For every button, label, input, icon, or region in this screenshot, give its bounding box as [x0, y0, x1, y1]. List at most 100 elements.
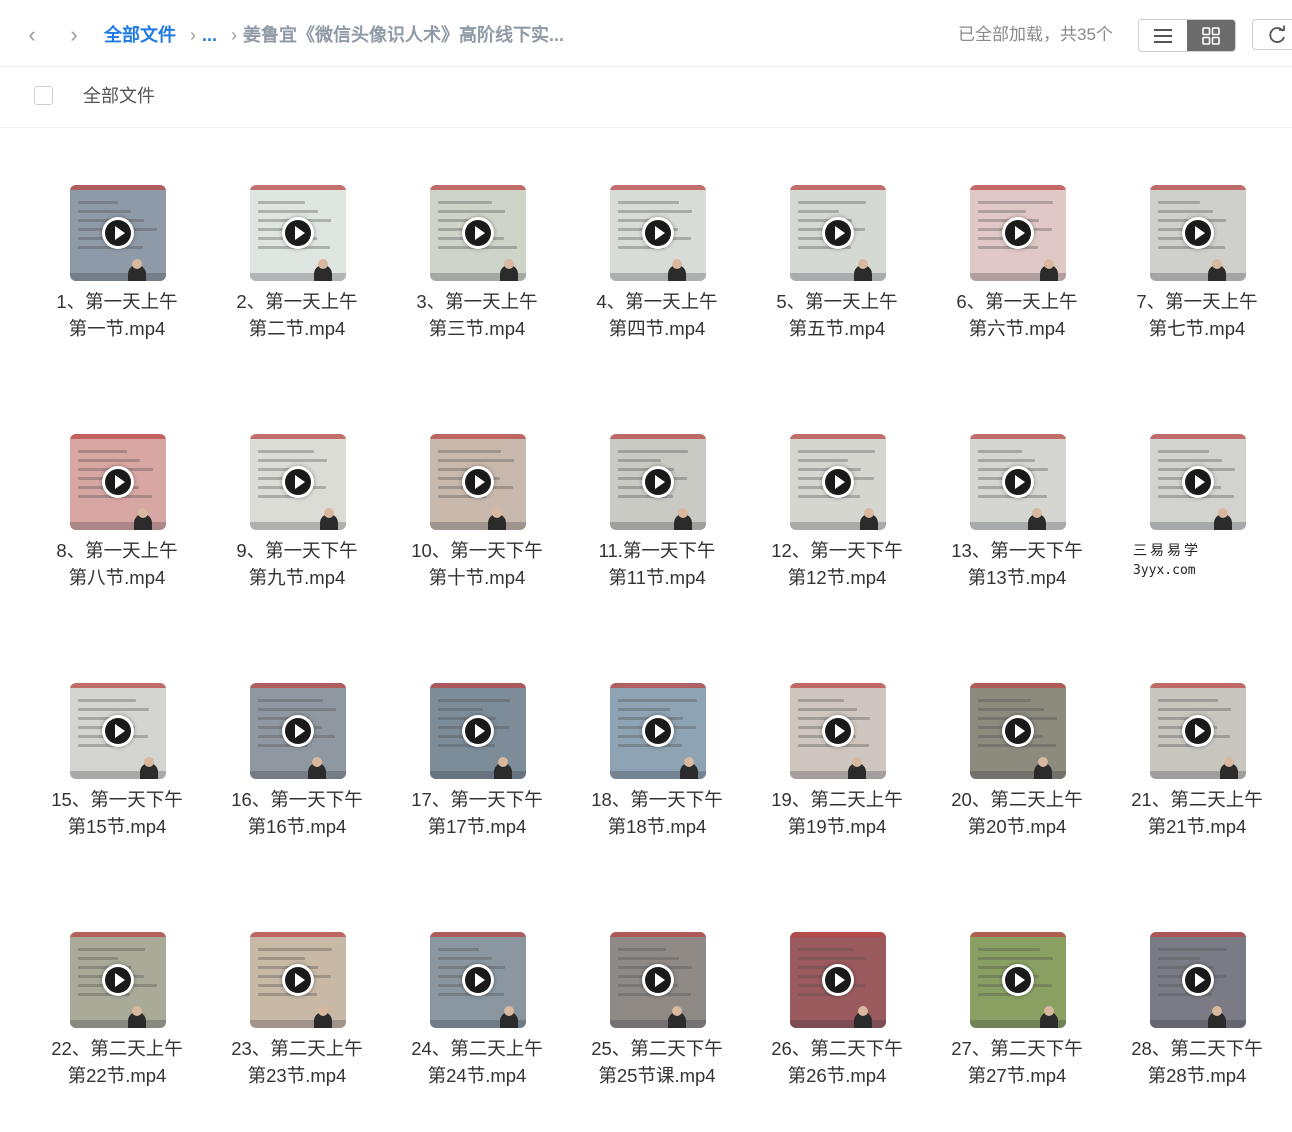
- play-icon[interactable]: [102, 466, 134, 498]
- play-icon[interactable]: [462, 715, 494, 747]
- play-icon[interactable]: [642, 466, 674, 498]
- play-icon[interactable]: [822, 466, 854, 498]
- file-tile[interactable]: 6、第一天上午 第六节.mp4: [927, 185, 1107, 385]
- file-tile[interactable]: 19、第二天上午 第19节.mp4: [747, 683, 927, 883]
- file-name[interactable]: 1、第一天上午 第一节.mp4: [27, 288, 207, 342]
- file-name[interactable]: 8、第一天上午 第八节.mp4: [27, 537, 207, 591]
- file-name[interactable]: 28、第二天下午 第28节.mp4: [1107, 1035, 1287, 1089]
- file-tile[interactable]: 4、第一天上午 第四节.mp4: [567, 185, 747, 385]
- play-icon[interactable]: [642, 964, 674, 996]
- refresh-button[interactable]: [1252, 19, 1292, 50]
- chevron-right-icon[interactable]: ›: [62, 22, 86, 48]
- file-name[interactable]: 7、第一天上午 第七节.mp4: [1107, 288, 1287, 342]
- file-name[interactable]: 15、第一天下午 第15节.mp4: [27, 786, 207, 840]
- file-name-line1: 18、第一天下午: [591, 789, 723, 810]
- file-name[interactable]: 11.第一天下午 第11节.mp4: [567, 537, 747, 591]
- presenter-face: [858, 1006, 868, 1016]
- breadcrumb-current-folder[interactable]: 姜鲁宜《微信头像识人术》高阶线下实...: [243, 25, 564, 45]
- play-icon[interactable]: [1182, 715, 1214, 747]
- file-name[interactable]: 4、第一天上午 第四节.mp4: [567, 288, 747, 342]
- thumbnail-slide-text-line: [618, 201, 679, 204]
- file-name[interactable]: 12、第一天下午 第12节.mp4: [747, 537, 927, 591]
- file-tile[interactable]: 20、第二天上午 第20节.mp4: [927, 683, 1107, 883]
- play-icon[interactable]: [462, 466, 494, 498]
- file-tile[interactable]: 2、第一天上午 第二节.mp4: [207, 185, 387, 385]
- file-name[interactable]: 5、第一天上午 第五节.mp4: [747, 288, 927, 342]
- file-tile[interactable]: 8、第一天上午 第八节.mp4: [27, 434, 207, 634]
- play-icon-triangle: [115, 226, 125, 240]
- select-all-checkbox[interactable]: [34, 86, 53, 105]
- file-name[interactable]: 18、第一天下午 第18节.mp4: [567, 786, 747, 840]
- play-icon[interactable]: [1002, 466, 1034, 498]
- play-icon[interactable]: [282, 217, 314, 249]
- file-name[interactable]: 10、第一天下午 第十节.mp4: [387, 537, 567, 591]
- file-name[interactable]: 6、第一天上午 第六节.mp4: [927, 288, 1107, 342]
- file-name[interactable]: 21、第二天上午 第21节.mp4: [1107, 786, 1287, 840]
- file-tile[interactable]: 25、第二天下午 第25节课.mp4: [567, 932, 747, 1132]
- file-tile[interactable]: 14、第一天下午第14节.mp4: [1107, 434, 1287, 634]
- play-icon[interactable]: [642, 715, 674, 747]
- file-name[interactable]: 27、第二天下午 第27节.mp4: [927, 1035, 1107, 1089]
- play-icon[interactable]: [642, 217, 674, 249]
- play-icon[interactable]: [462, 217, 494, 249]
- file-name[interactable]: 25、第二天下午 第25节课.mp4: [567, 1035, 747, 1089]
- play-icon[interactable]: [822, 964, 854, 996]
- presenter-face: [1038, 757, 1048, 767]
- grid-view-button[interactable]: [1187, 20, 1235, 51]
- file-tile[interactable]: 13、第一天下午 第13节.mp4: [927, 434, 1107, 634]
- file-tile[interactable]: 18、第一天下午 第18节.mp4: [567, 683, 747, 883]
- play-icon[interactable]: [822, 217, 854, 249]
- file-tile[interactable]: 21、第二天上午 第21节.mp4: [1107, 683, 1287, 883]
- file-tile[interactable]: 1、第一天上午 第一节.mp4: [27, 185, 207, 385]
- file-tile[interactable]: 17、第一天下午 第17节.mp4: [387, 683, 567, 883]
- file-tile[interactable]: 11.第一天下午 第11节.mp4: [567, 434, 747, 634]
- file-name-line1: 20、第二天上午: [951, 789, 1083, 810]
- file-name[interactable]: 9、第一天下午 第九节.mp4: [207, 537, 387, 591]
- file-name[interactable]: 20、第二天上午 第20节.mp4: [927, 786, 1107, 840]
- file-name[interactable]: 13、第一天下午 第13节.mp4: [927, 537, 1107, 591]
- file-tile[interactable]: 16、第一天下午 第16节.mp4: [207, 683, 387, 883]
- file-tile[interactable]: 23、第二天上午 第23节.mp4: [207, 932, 387, 1132]
- file-name[interactable]: 3、第一天上午 第三节.mp4: [387, 288, 567, 342]
- file-tile[interactable]: 22、第二天上午 第22节.mp4: [27, 932, 207, 1132]
- file-tile[interactable]: 26、第二天下午 第26节.mp4: [747, 932, 927, 1132]
- list-view-button[interactable]: [1139, 20, 1187, 51]
- file-tile[interactable]: 9、第一天下午 第九节.mp4: [207, 434, 387, 634]
- play-icon[interactable]: [282, 964, 314, 996]
- thumbnail-slide-header: [970, 683, 1066, 688]
- play-icon[interactable]: [1182, 217, 1214, 249]
- play-icon[interactable]: [102, 715, 134, 747]
- breadcrumb-ellipsis[interactable]: ...: [202, 25, 217, 45]
- play-icon[interactable]: [1182, 466, 1214, 498]
- file-name[interactable]: 19、第二天上午 第19节.mp4: [747, 786, 927, 840]
- file-tile[interactable]: 3、第一天上午 第三节.mp4: [387, 185, 567, 385]
- file-name[interactable]: 22、第二天上午 第22节.mp4: [27, 1035, 207, 1089]
- play-icon[interactable]: [822, 715, 854, 747]
- file-tile[interactable]: 10、第一天下午 第十节.mp4: [387, 434, 567, 634]
- file-name[interactable]: 24、第二天上午 第24节.mp4: [387, 1035, 567, 1089]
- play-icon[interactable]: [1002, 964, 1034, 996]
- file-tile[interactable]: 15、第一天下午 第15节.mp4: [27, 683, 207, 883]
- file-tile[interactable]: 5、第一天上午 第五节.mp4: [747, 185, 927, 385]
- file-name[interactable]: 23、第二天上午 第23节.mp4: [207, 1035, 387, 1089]
- file-name[interactable]: 17、第一天下午 第17节.mp4: [387, 786, 567, 840]
- play-icon[interactable]: [1182, 964, 1214, 996]
- play-icon[interactable]: [102, 217, 134, 249]
- play-icon[interactable]: [462, 964, 494, 996]
- file-tile[interactable]: 24、第二天上午 第24节.mp4: [387, 932, 567, 1132]
- play-icon[interactable]: [102, 964, 134, 996]
- thumbnail-slide-header: [610, 683, 706, 688]
- play-icon[interactable]: [1002, 217, 1034, 249]
- play-icon[interactable]: [282, 466, 314, 498]
- file-name[interactable]: 26、第二天下午 第26节.mp4: [747, 1035, 927, 1089]
- chevron-left-icon[interactable]: ‹: [20, 22, 44, 48]
- file-tile[interactable]: 28、第二天下午 第28节.mp4: [1107, 932, 1287, 1132]
- breadcrumb-root[interactable]: 全部文件: [104, 25, 176, 45]
- play-icon[interactable]: [282, 715, 314, 747]
- file-name[interactable]: 2、第一天上午 第二节.mp4: [207, 288, 387, 342]
- file-tile[interactable]: 27、第二天下午 第27节.mp4: [927, 932, 1107, 1132]
- file-tile[interactable]: 7、第一天上午 第七节.mp4: [1107, 185, 1287, 385]
- file-tile[interactable]: 12、第一天下午 第12节.mp4: [747, 434, 927, 634]
- play-icon[interactable]: [1002, 715, 1034, 747]
- file-name[interactable]: 16、第一天下午 第16节.mp4: [207, 786, 387, 840]
